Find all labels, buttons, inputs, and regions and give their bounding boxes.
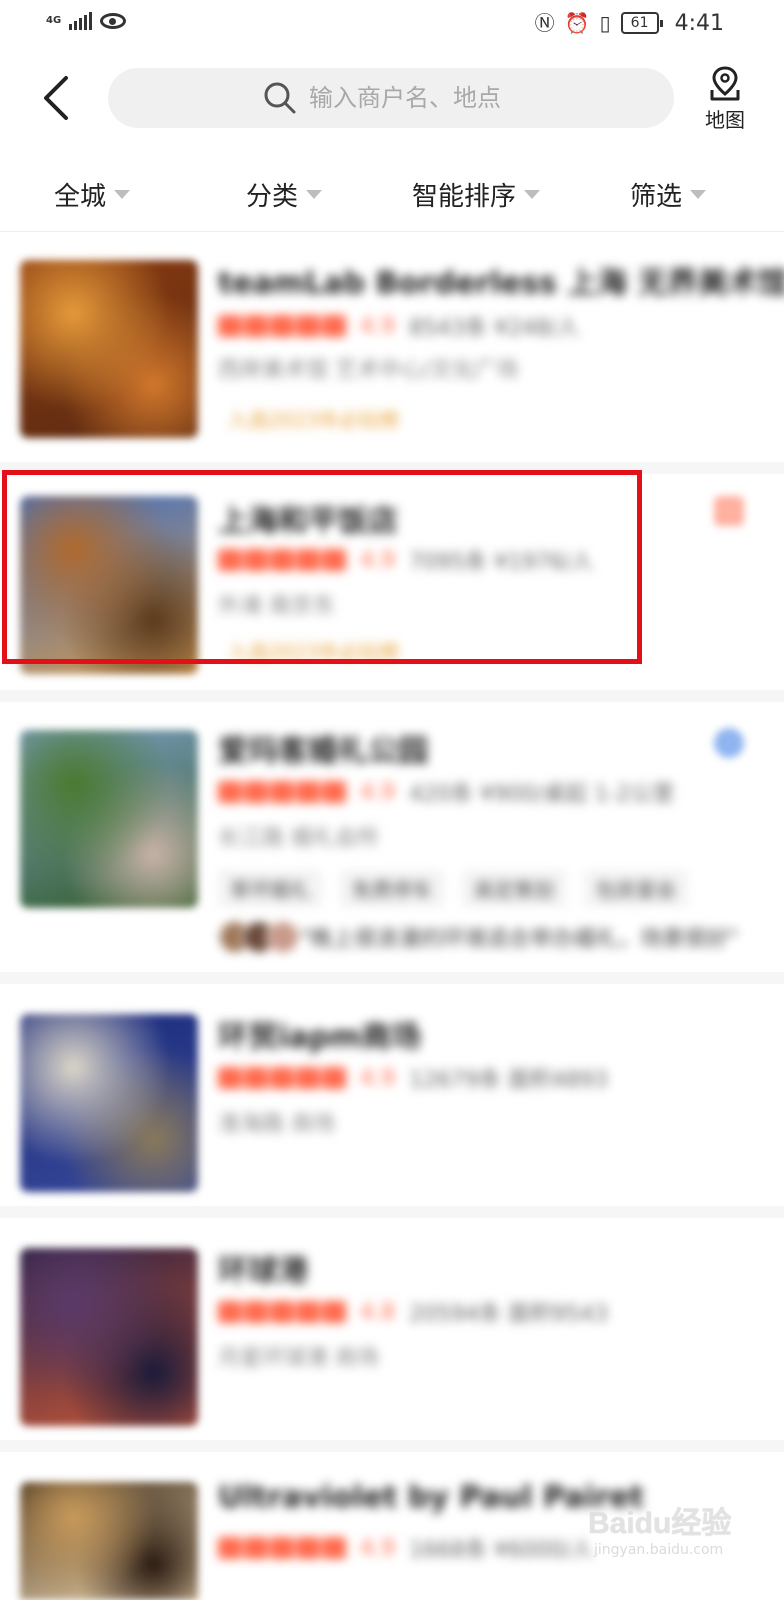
list-item[interactable]: 爱玛客婚礼公园 4.9 420条 ¥900/桌起 1-2公里 长江路 婚礼会所 …	[0, 702, 784, 972]
divider	[0, 972, 784, 984]
feature-tag: 高定策划	[462, 870, 566, 907]
avatar	[218, 920, 300, 954]
divider	[0, 1206, 784, 1218]
merchant-title: 环球港	[218, 1254, 308, 1289]
feature-tag: 包房宴会	[584, 870, 688, 907]
merchant-photo	[20, 260, 198, 438]
caret-down-icon	[114, 190, 131, 199]
search-input[interactable]	[309, 84, 519, 112]
filter-sort[interactable]: 智能排序	[412, 176, 541, 213]
alarm-icon: ⏰	[564, 11, 590, 35]
merchant-location: 西岸美术馆 艺术中心/文化广场	[218, 358, 519, 383]
list-item[interactable]: 上海和平饭店 4.9 7095条 ¥1976/人 外滩 南京东 入选2023年必…	[0, 474, 784, 690]
status-left: 4G	[46, 12, 127, 30]
star-rating-icon	[218, 1301, 346, 1323]
list-item[interactable]: teamLab Borderless 上海 无界美术馆 4.9 8543条 ¥2…	[0, 234, 784, 462]
feature-tag: 草坪婚礼	[218, 870, 322, 907]
review-meta: 1668条 ¥6000/人	[409, 1538, 594, 1563]
map-pin-icon	[710, 66, 740, 101]
watermark-logo: Baidu经验	[588, 1507, 732, 1540]
merchant-location: 月星环球港 商场	[218, 1346, 379, 1371]
merchant-location: 长江路 婚礼会所	[218, 826, 379, 851]
nfc-icon: Ⓝ	[534, 11, 555, 35]
map-button[interactable]: 地图	[692, 64, 758, 136]
filter-bar: 全城 分类 智能排序 筛选	[0, 160, 784, 232]
rating-score: 4.8	[360, 1299, 395, 1325]
verified-badge-icon	[714, 728, 744, 758]
hotel-badge-icon	[714, 496, 744, 526]
divider	[0, 462, 784, 474]
rating-row: 4.9 7095条 ¥1976/人	[218, 544, 593, 576]
star-rating-icon	[218, 781, 346, 803]
rating-row: 4.9 12679条 面积4893	[218, 1062, 608, 1094]
eye-comfort-icon	[100, 13, 127, 29]
merchant-photo	[20, 1248, 198, 1426]
merchant-title: 环贸iapm商场	[218, 1020, 422, 1055]
rating-score: 4.9	[360, 1065, 395, 1091]
battery-indicator: 61	[620, 12, 663, 34]
network-type: 4G	[46, 15, 62, 26]
rating-row: 4.9 420条 ¥900/桌起 1-2公里	[218, 776, 674, 808]
merchant-title: 爱玛客婚礼公园	[218, 734, 428, 769]
rating-score: 4.9	[360, 779, 395, 805]
status-right: Ⓝ ⏰ ▯ 61 4:41	[535, 10, 724, 36]
list-item[interactable]: 环球港 4.8 20594条 面积9543 月星环球港 商场	[0, 1218, 784, 1440]
rating-score: 4.9	[360, 1535, 395, 1561]
merchant-title: Ultraviolet by Paul Pairet	[218, 1480, 645, 1515]
feature-tags: 草坪婚礼 免费停车 高定策划 包房宴会	[218, 870, 688, 907]
review-text: "晚上很浪漫的环境适合举办婚礼，场景很好"	[300, 927, 739, 952]
signal-icon	[69, 12, 93, 30]
merchant-photo	[20, 496, 198, 674]
search-header: 地图	[0, 56, 784, 140]
divider	[0, 1440, 784, 1452]
review-meta: 20594条 面积9543	[409, 1302, 608, 1327]
search-bar[interactable]	[108, 68, 674, 128]
star-rating-icon	[218, 549, 346, 571]
rating-row: 4.9 8543条 ¥248/人	[218, 310, 579, 342]
rating-row: 4.9 1668条 ¥6000/人	[218, 1532, 593, 1564]
rating-row: 4.8 20594条 面积9543	[218, 1296, 608, 1328]
feature-tag: 免费停车	[340, 870, 444, 907]
merchant-photo	[20, 1482, 198, 1600]
merchant-photo	[20, 1014, 198, 1192]
status-bar: 4G Ⓝ ⏰ ▯ 61 4:41	[0, 0, 784, 48]
star-rating-icon	[218, 315, 346, 337]
merchant-location: 淮海路 商场	[218, 1112, 335, 1137]
rating-score: 4.9	[360, 547, 395, 573]
review-meta: 7095条 ¥1976/人	[409, 550, 594, 575]
merchant-title: 上海和平饭店	[218, 504, 398, 539]
list-item[interactable]: 环贸iapm商场 4.9 12679条 面积4893 淮海路 商场	[0, 984, 784, 1206]
map-label: 地图	[705, 108, 745, 132]
filter-area[interactable]: 全城	[54, 176, 131, 213]
review-meta: 12679条 面积4893	[409, 1068, 608, 1093]
review-meta: 8543条 ¥248/人	[409, 316, 580, 341]
filter-category[interactable]: 分类	[246, 176, 323, 213]
rating-score: 4.9	[360, 313, 395, 339]
filter-sort-label: 智能排序	[412, 182, 517, 212]
merchant-photo	[20, 730, 198, 908]
caret-down-icon	[690, 190, 707, 199]
review-meta: 420条 ¥900/桌起 1-2公里	[409, 782, 675, 807]
baidu-jingyan-watermark: Baidu经验 jingyan.baidu.com	[588, 1484, 738, 1574]
merchant-location: 外滩 南京东	[218, 594, 335, 619]
search-icon	[264, 82, 296, 114]
vibrate-icon: ▯	[599, 11, 611, 35]
caret-down-icon	[306, 190, 323, 199]
watermark-url: jingyan.baidu.com	[594, 1542, 724, 1558]
clock: 4:41	[674, 10, 724, 36]
promo-label: 入选2023年必玩榜	[228, 640, 399, 664]
star-rating-icon	[218, 1067, 346, 1089]
back-button[interactable]	[38, 74, 78, 122]
review-snippet: "晚上很浪漫的环境适合举办婚礼，场景很好"	[218, 920, 738, 954]
filter-area-label: 全城	[54, 182, 107, 212]
merchant-title: teamLab Borderless 上海 无界美术馆	[218, 266, 784, 301]
filter-category-label: 分类	[246, 182, 299, 212]
filter-more[interactable]: 筛选	[630, 176, 707, 213]
filter-more-label: 筛选	[630, 182, 683, 212]
divider	[0, 690, 784, 702]
promo-label: 入选2023年必玩榜	[228, 408, 399, 432]
back-arrow-icon	[44, 76, 68, 120]
star-rating-icon	[218, 1537, 346, 1559]
caret-down-icon	[524, 190, 541, 199]
